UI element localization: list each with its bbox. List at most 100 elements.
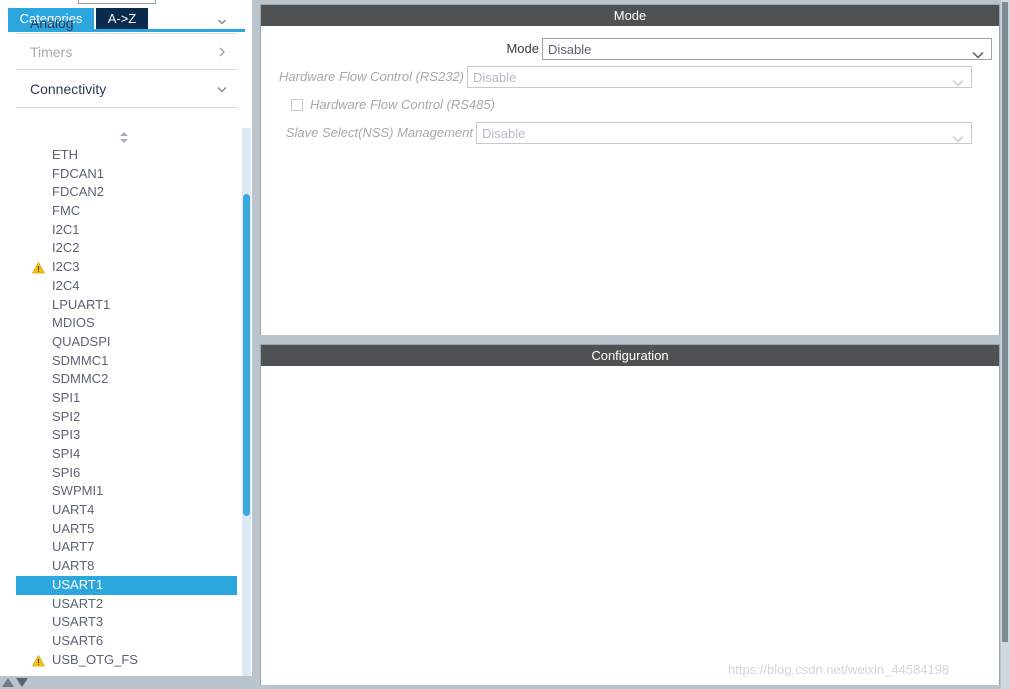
dropdown-nss-management[interactable]: Disable (476, 122, 972, 144)
chevron-down-icon (215, 82, 229, 96)
peripheral-list-item[interactable]: USART3 (16, 613, 237, 632)
peripheral-list-item[interactable]: ETH (16, 146, 237, 165)
field-row-nss-management: Slave Select(NSS) Management Disable (261, 122, 1001, 144)
peripheral-list: ETH FDCAN1 FDCAN2 FMC I2C1 I2C2 I2C3 I2C4 LPUART… (16, 146, 237, 669)
peripheral-list-item[interactable]: USB_OTG_FS (16, 651, 237, 670)
warning-triangle-icon (32, 654, 45, 666)
peripheral-list-item[interactable]: SPI1 (16, 389, 237, 408)
category-row-timers[interactable]: Timers (16, 35, 237, 70)
peripheral-list-item-label: FDCAN1 (52, 165, 105, 181)
peripheral-list-item[interactable]: I2C3 (16, 258, 237, 277)
scroll-up-arrow-icon[interactable] (2, 678, 14, 687)
peripheral-list-item[interactable]: I2C4 (16, 277, 237, 296)
mode-panel: Mode Mode Disable Hardware Flow Control … (260, 4, 1000, 335)
chevron-down-icon (215, 20, 229, 28)
dropdown-nss-management-value: Disable (482, 126, 526, 141)
peripheral-list-item[interactable]: SDMMC2 (16, 370, 237, 389)
dropdown-hw-flow-rs232[interactable]: Disable (467, 66, 972, 88)
peripheral-list-item[interactable]: UART7 (16, 538, 237, 557)
peripheral-list-item-label: USART1 (52, 576, 104, 592)
scroll-up-indicator[interactable] (16, 128, 237, 146)
peripheral-list-item-label: UART8 (52, 558, 95, 574)
peripheral-list-item-label: QUADSPI (52, 333, 111, 349)
category-row-connectivity[interactable]: Connectivity (16, 70, 237, 108)
peripheral-list-item[interactable]: SPI2 (16, 408, 237, 427)
peripheral-list-item-label: I2C4 (52, 277, 80, 293)
peripheral-list-item-label: ETH (52, 147, 78, 162)
peripheral-list-item-label: SWPMI1 (52, 483, 104, 499)
field-row-hw-flow-rs485: Hardware Flow Control (RS485) (291, 94, 551, 116)
configuration-panel: Configuration (260, 344, 1000, 685)
peripheral-list-item[interactable]: SWPMI1 (16, 482, 237, 501)
peripheral-list-item-label: LPUART1 (52, 296, 111, 312)
dropdown-mode[interactable]: Disable (542, 38, 992, 60)
peripheral-list-item[interactable]: SPI4 (16, 445, 237, 464)
search-input[interactable] (78, 0, 156, 4)
peripheral-list-item[interactable]: UART8 (16, 557, 237, 576)
peripheral-list-item-label: SPI4 (52, 446, 81, 461)
peripheral-list-item-label: USART6 (52, 632, 104, 648)
peripheral-list-item-label: USART2 (52, 595, 104, 611)
field-row-hw-flow-rs232: Hardware Flow Control (RS232) Disable (261, 66, 1001, 88)
peripheral-list-item-label: USART3 (52, 614, 104, 630)
peripheral-list-item[interactable]: I2C2 (16, 239, 237, 258)
configuration-panel-title: Configuration (591, 348, 669, 363)
label-hw-flow-rs232: Hardware Flow Control (RS232) (279, 69, 464, 84)
peripheral-list-item-label: I2C2 (52, 240, 80, 256)
label-nss-management: Slave Select(NSS) Management (285, 125, 473, 140)
configuration-panel-header: Configuration (261, 345, 999, 366)
configuration-scrollbar-thumb[interactable] (1002, 2, 1008, 642)
peripheral-list-item[interactable]: FDCAN1 (16, 165, 237, 184)
peripheral-list-scrollbar-thumb[interactable] (243, 194, 250, 516)
peripheral-list-item-label: UART5 (52, 520, 95, 536)
peripheral-list-item-label: UART4 (52, 502, 95, 518)
peripheral-list-item-label: I2C1 (52, 221, 80, 237)
dropdown-hw-flow-rs232-value: Disable (473, 70, 517, 85)
peripheral-list-item[interactable]: SPI6 (16, 464, 237, 483)
scroll-down-arrow-icon[interactable] (16, 678, 28, 687)
peripheral-list-item[interactable]: USART2 (16, 595, 237, 614)
peripheral-list-item-label: SPI6 (52, 464, 81, 480)
peripheral-list-item[interactable]: FDCAN2 (16, 183, 237, 202)
category-label-connectivity: Connectivity (30, 80, 107, 97)
label-hw-flow-rs485: Hardware Flow Control (RS485) (310, 97, 495, 112)
warning-triangle-icon (32, 261, 45, 274)
mode-panel-body: Mode Disable Hardware Flow Control (RS23… (261, 26, 999, 335)
pane-splitter[interactable] (252, 0, 260, 689)
peripheral-list-item-label: FDCAN2 (52, 184, 105, 200)
chevron-down-icon (952, 130, 964, 143)
peripheral-list-item-label: UART7 (52, 539, 95, 555)
peripheral-list-item[interactable]: SDMMC1 (16, 352, 237, 371)
peripheral-list-container: ETH FDCAN1 FDCAN2 FMC I2C1 I2C2 I2C3 I2C4 LPUART… (16, 128, 252, 680)
peripheral-list-item[interactable]: USART6 (16, 632, 237, 651)
chevron-right-icon (215, 45, 229, 59)
peripheral-list-item-label: SPI3 (52, 427, 81, 443)
category-label-analog: Analog (30, 20, 74, 31)
configuration-panel-body (261, 366, 999, 685)
peripheral-list-item[interactable]: USART1 (16, 575, 237, 595)
peripheral-list-item[interactable]: QUADSPI (16, 333, 237, 352)
peripheral-list-item[interactable]: SPI3 (16, 426, 237, 445)
peripheral-list-item[interactable]: FMC (16, 202, 237, 221)
chevron-down-icon (972, 46, 984, 59)
peripheral-list-item-label: MDIOS (52, 315, 95, 331)
dropdown-mode-value: Disable (548, 42, 592, 57)
peripheral-list-item-label: USB_OTG_FS (52, 651, 138, 667)
component-selection-pane: Categories A->Z Analog Timers Connectivi… (0, 0, 252, 689)
checkbox-hw-flow-rs485[interactable] (291, 99, 303, 111)
peripheral-list-item-label: SDMMC1 (52, 352, 109, 368)
peripheral-list-item-label: SPI2 (52, 408, 81, 424)
category-row-analog[interactable]: Analog (16, 20, 237, 34)
peripheral-list-item[interactable]: MDIOS (16, 314, 237, 333)
horizontal-scroll-bar[interactable] (0, 676, 252, 689)
peripheral-list-item[interactable]: LPUART1 (16, 296, 237, 315)
watermark-text: https://blog.csdn.net/weixin_44584198 (728, 662, 950, 677)
app-window: Categories A->Z Analog Timers Connectivi… (0, 0, 1010, 689)
configuration-pane: Mode Mode Disable Hardware Flow Control … (260, 0, 1010, 689)
peripheral-list-item-label: I2C3 (52, 259, 80, 275)
field-row-mode: Mode Disable (261, 38, 1001, 60)
peripheral-list-item[interactable]: UART4 (16, 501, 237, 520)
mode-panel-header: Mode (261, 5, 999, 26)
peripheral-list-item[interactable]: UART5 (16, 520, 237, 539)
peripheral-list-item[interactable]: I2C1 (16, 221, 237, 240)
